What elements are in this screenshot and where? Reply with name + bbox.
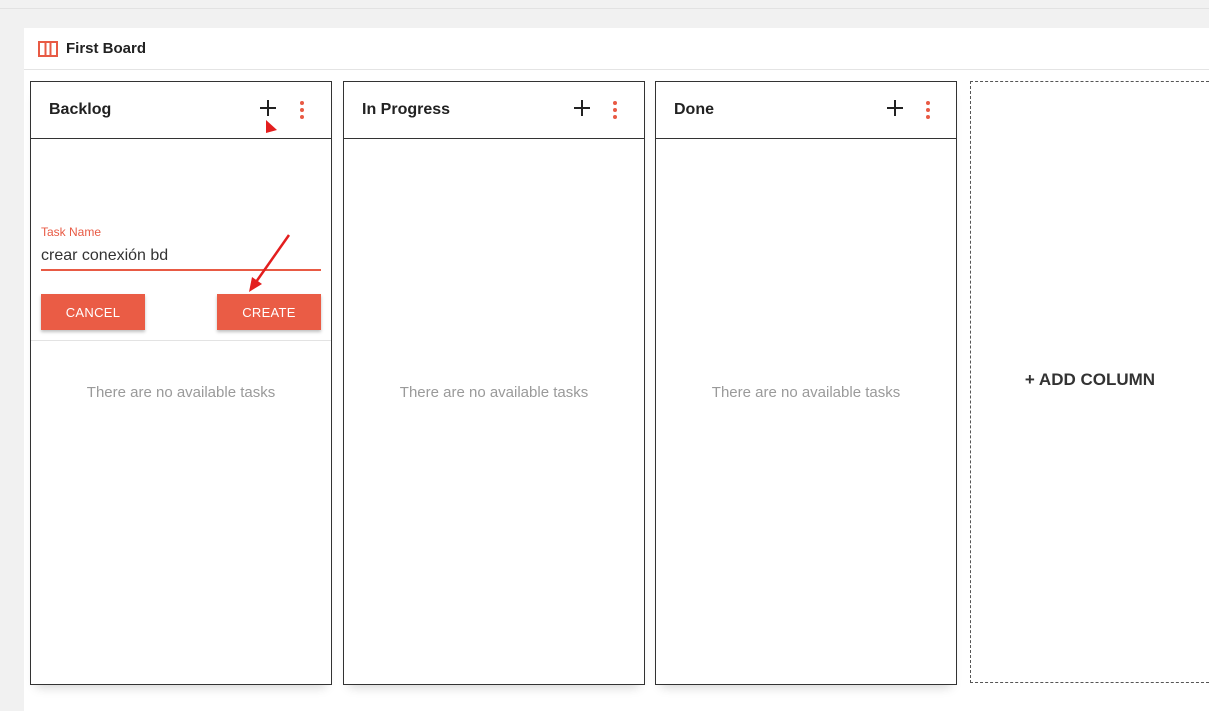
add-column-label: + ADD COLUMN bbox=[1024, 370, 1156, 389]
column-title: Done bbox=[674, 101, 714, 118]
more-vertical-icon[interactable] bbox=[925, 101, 931, 119]
column-title: In Progress bbox=[362, 101, 451, 118]
board-title: First Board bbox=[66, 40, 147, 57]
column-done: Done There are no available tasks bbox=[655, 81, 957, 685]
empty-tasks-message: There are no available tasks bbox=[399, 384, 589, 401]
add-task-icon[interactable] bbox=[259, 99, 277, 117]
column-header: In Progress bbox=[344, 82, 644, 139]
task-name-label: Task Name bbox=[41, 225, 102, 239]
column-header: Done bbox=[656, 82, 956, 139]
empty-tasks-message: There are no available tasks bbox=[711, 384, 901, 401]
column-title: Backlog bbox=[49, 101, 112, 118]
more-vertical-icon[interactable] bbox=[612, 101, 618, 119]
create-button[interactable]: CREATE bbox=[217, 294, 321, 330]
more-vertical-icon[interactable] bbox=[299, 101, 305, 119]
board-page: First Board Backlog Task Name CANCEL CRE… bbox=[24, 28, 1209, 711]
empty-tasks-message: There are no available tasks bbox=[86, 384, 276, 401]
column-in-progress: In Progress There are no available tasks bbox=[343, 81, 645, 685]
new-task-form: Task Name CANCEL CREATE bbox=[31, 140, 331, 341]
add-task-icon[interactable] bbox=[886, 99, 904, 117]
task-name-input[interactable] bbox=[41, 243, 321, 271]
column-header: Backlog bbox=[31, 82, 331, 139]
board-header: First Board bbox=[24, 28, 1209, 70]
add-column-area[interactable]: + ADD COLUMN bbox=[970, 81, 1209, 683]
board-columns-icon bbox=[38, 41, 58, 57]
cancel-button[interactable]: CANCEL bbox=[41, 294, 145, 330]
column-backlog: Backlog Task Name CANCEL CREATE There ar… bbox=[30, 81, 332, 685]
top-divider bbox=[0, 8, 1209, 9]
add-task-icon[interactable] bbox=[573, 99, 591, 117]
